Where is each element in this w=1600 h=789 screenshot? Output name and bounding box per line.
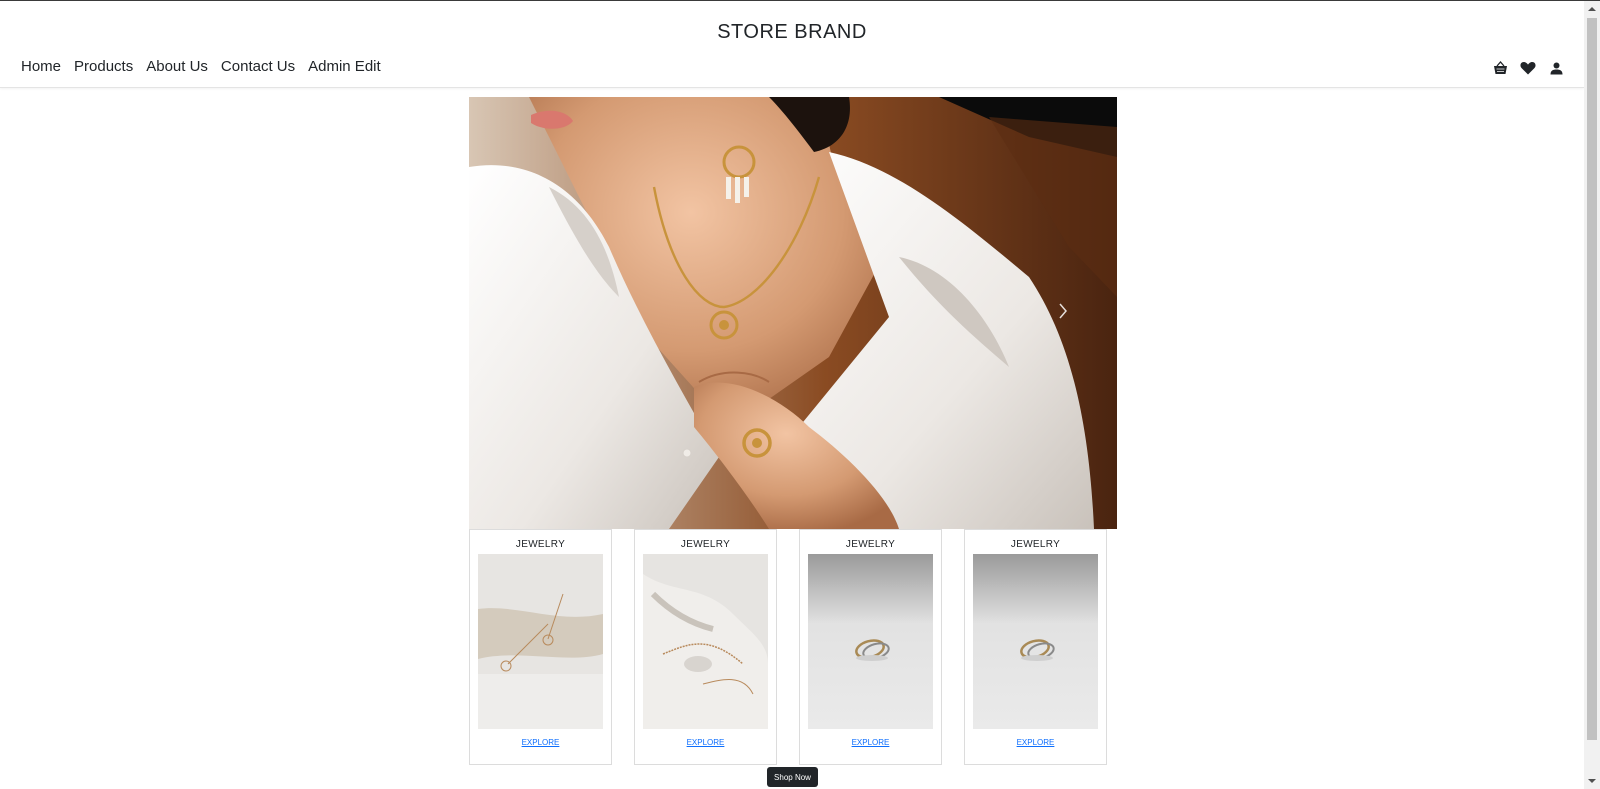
card-title: JEWELRY (515, 539, 566, 550)
page-scrollbar[interactable] (1584, 1, 1600, 789)
main-nav: Home Products About Us Contact Us Admin … (21, 58, 381, 75)
nav-about-us[interactable]: About Us (146, 58, 208, 75)
hero-carousel[interactable] (469, 97, 1117, 529)
card-title: JEWELRY (680, 539, 731, 550)
scroll-down-arrow-icon[interactable] (1584, 773, 1600, 789)
nav-contact-us[interactable]: Contact Us (221, 58, 295, 75)
explore-link[interactable]: EXPLORE (635, 738, 776, 747)
user-icon[interactable] (1548, 60, 1564, 76)
card-title: JEWELRY (845, 539, 896, 550)
category-card[interactable]: JEWELRY EXPLORE (964, 529, 1107, 765)
heart-icon[interactable] (1520, 60, 1536, 76)
necklace-image (643, 554, 768, 729)
scrollbar-thumb[interactable] (1587, 18, 1597, 740)
category-card[interactable]: JEWELRY EXPLORE (634, 529, 777, 765)
rings-image (973, 554, 1098, 729)
rings-image (808, 554, 933, 729)
carousel-next-button[interactable] (1051, 297, 1075, 325)
brand-title[interactable]: STORE BRAND (0, 21, 1584, 44)
category-card[interactable]: JEWELRY EXPLORE (799, 529, 942, 765)
shop-now-button[interactable]: Shop Now (767, 767, 818, 787)
site-header: STORE BRAND Home Products About Us Conta… (0, 1, 1584, 88)
scroll-up-arrow-icon[interactable] (1584, 1, 1600, 17)
earrings-image (478, 554, 603, 729)
chevron-right-icon (1058, 302, 1068, 320)
category-cards: JEWELRY EXPLORE JEWELRY EXPLORE JEWELRY … (469, 529, 1119, 765)
category-card[interactable]: JEWELRY EXPLORE (469, 529, 612, 765)
nav-products[interactable]: Products (74, 58, 133, 75)
explore-link[interactable]: EXPLORE (470, 738, 611, 747)
explore-link[interactable]: EXPLORE (965, 738, 1106, 747)
header-icons (1492, 60, 1564, 76)
nav-home[interactable]: Home (21, 58, 61, 75)
hero-image (469, 97, 1117, 529)
card-title: JEWELRY (1010, 539, 1061, 550)
basket-icon[interactable] (1492, 60, 1508, 76)
explore-link[interactable]: EXPLORE (800, 738, 941, 747)
nav-admin-edit[interactable]: Admin Edit (308, 58, 381, 75)
